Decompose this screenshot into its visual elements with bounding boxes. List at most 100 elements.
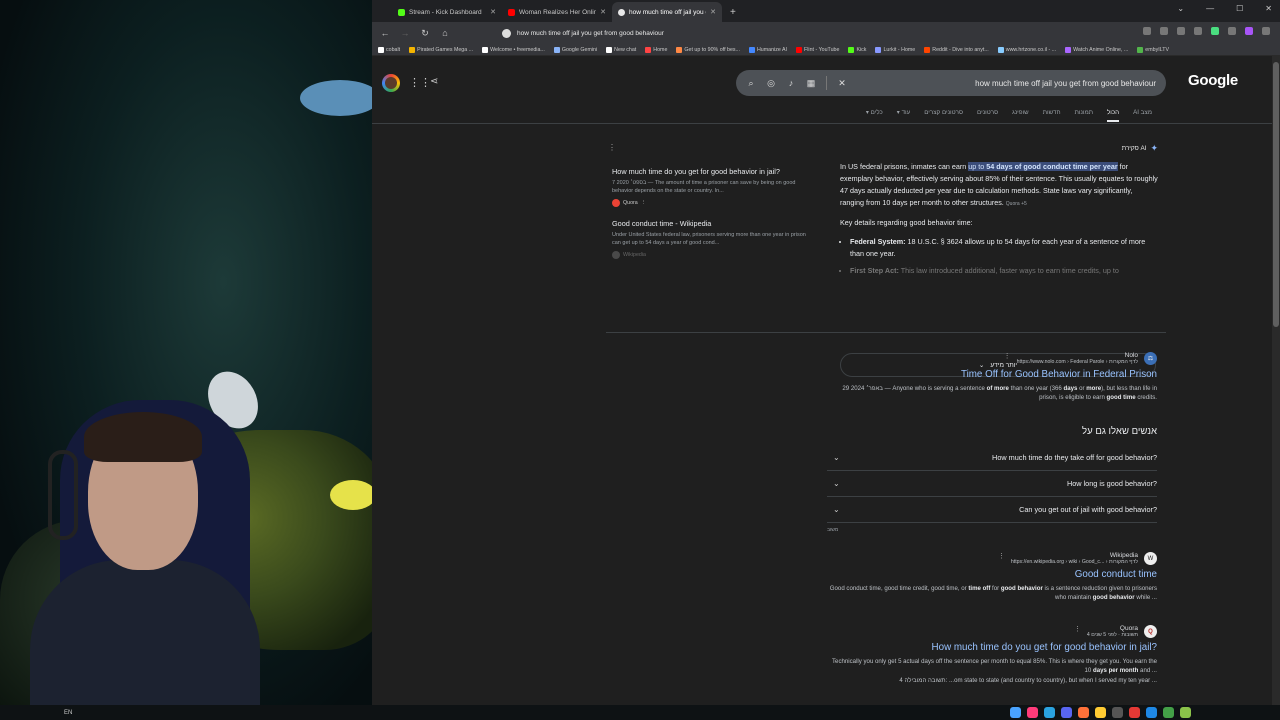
app-icon[interactable] <box>1146 707 1157 718</box>
result-title-link[interactable]: Good conduct time <box>827 569 1157 580</box>
search-tab[interactable]: כלים ▾ <box>866 109 883 122</box>
home-icon[interactable]: ⌂ <box>440 28 450 38</box>
bookmark-item[interactable]: Get up to 90% off bes... <box>676 46 740 53</box>
apps-grid-icon[interactable]: ⋮⋮ <box>409 76 431 89</box>
language-indicator[interactable]: EN <box>64 710 72 716</box>
app-icon[interactable] <box>1027 707 1038 718</box>
app-icon[interactable] <box>1112 707 1123 718</box>
search-tab[interactable]: שופינג <box>1012 109 1029 122</box>
extension-icon[interactable] <box>1194 27 1202 35</box>
back-icon[interactable]: ← <box>380 28 390 38</box>
source-title[interactable]: Good conduct time - Wikipedia <box>612 219 812 228</box>
download-icon[interactable] <box>1143 27 1151 35</box>
scrollbar-thumb[interactable] <box>1273 62 1279 327</box>
more-options-icon[interactable]: ⋮ <box>641 200 646 206</box>
more-options-icon[interactable]: ⋮ <box>998 552 1005 560</box>
reload-icon[interactable]: ↻ <box>420 28 430 39</box>
result-title-link[interactable]: How much time do you get for good behavi… <box>827 642 1157 653</box>
search-icon[interactable]: ⌕ <box>746 78 756 89</box>
tab-youtube[interactable]: Woman Realizes Her Online Da ✕ <box>502 2 612 22</box>
search-tab[interactable]: תמונות <box>1075 109 1093 122</box>
bookmark-item[interactable]: Reddit - Dive into anyt... <box>924 46 989 53</box>
app-icon[interactable] <box>1180 707 1191 718</box>
scrollbar[interactable] <box>1272 56 1280 705</box>
result-title-link[interactable]: Time Off for Good Behavior in Federal Pr… <box>827 369 1157 380</box>
lens-icon[interactable]: ◎ <box>766 78 776 89</box>
close-icon[interactable]: ✕ <box>710 8 716 16</box>
search-tab[interactable]: חדשות <box>1043 109 1061 122</box>
browser-icon[interactable] <box>1078 707 1089 718</box>
google-logo[interactable]: Google <box>1188 72 1238 89</box>
search-tab[interactable]: מצב AI <box>1133 109 1152 122</box>
search-tab[interactable]: סרטונים קצרים <box>924 109 963 122</box>
more-options-icon[interactable]: ⋮ <box>1074 625 1081 633</box>
folder-icon[interactable] <box>1095 707 1106 718</box>
source-chip[interactable]: Quora +5 <box>1006 201 1027 207</box>
bookmark-label: Watch Anime Online, ... <box>1073 46 1129 53</box>
more-options-icon[interactable]: ⋮ <box>1004 352 1011 360</box>
streamer-body <box>30 560 260 705</box>
ai-list-title: Federal System: <box>850 237 906 247</box>
address-text[interactable]: how much time off jail you get from good… <box>517 30 664 37</box>
keyboard-icon[interactable]: ▦ <box>806 78 816 89</box>
paa-question[interactable]: ⌄ How long is good behavior? <box>827 471 1157 497</box>
bookmark-item[interactable]: Flint - YouTube <box>796 46 839 53</box>
search-tab[interactable]: סרטונים <box>977 109 998 122</box>
extension-icon[interactable] <box>1245 27 1253 35</box>
ai-source-card[interactable]: Good conduct time - Wikipedia Under Unit… <box>612 219 812 259</box>
account-avatar[interactable] <box>382 74 400 92</box>
bookmark-item[interactable]: embyILTV <box>1137 46 1169 53</box>
bookmark-item[interactable]: New chat <box>606 46 636 53</box>
close-icon[interactable]: ✕ <box>490 8 496 16</box>
ai-source-card[interactable]: How much time do you get for good behavi… <box>612 167 812 207</box>
close-window-icon[interactable]: ✕ <box>1265 4 1272 13</box>
result-site[interactable]: ⋮ Wikipedia https://en.wikipedia.org › w… <box>827 552 1157 565</box>
app-icon[interactable] <box>1163 707 1174 718</box>
search-tab[interactable]: הכול <box>1107 109 1120 122</box>
bookmark-item[interactable]: Home <box>645 46 667 53</box>
minimize-icon[interactable]: — <box>1206 4 1214 13</box>
search-input[interactable]: how much time off jail you get from good… <box>857 79 1156 88</box>
tab-search-icon[interactable]: ⌄ <box>1177 4 1184 13</box>
search-box[interactable]: ⌕ ◎ ♪ ▦ ✕ how much time off jail you get… <box>736 70 1166 96</box>
more-options-icon[interactable]: ⋮ <box>608 143 616 152</box>
paa-question[interactable]: ⌄ How much time do they take off for good… <box>827 445 1157 471</box>
chevron-down-icon: ⌄ <box>833 453 840 462</box>
mic-icon[interactable]: ♪ <box>786 78 796 88</box>
result-site[interactable]: ⋮ Nolo https://www.nolo.com › Federal Pa… <box>827 352 1157 365</box>
bookmark-item[interactable]: cobalt <box>378 46 400 53</box>
extension-icon[interactable] <box>1228 27 1236 35</box>
close-icon[interactable]: ✕ <box>600 8 606 16</box>
screen: Stream - Kick Dashboard ✕ Woman Realizes… <box>0 0 1280 720</box>
maximize-icon[interactable]: ☐ <box>1236 4 1243 13</box>
feedback-link[interactable]: משוב <box>827 527 1157 533</box>
address-bar[interactable]: how much time off jail you get from good… <box>502 25 1042 41</box>
extension-icon[interactable] <box>1177 27 1185 35</box>
bookmark-item[interactable]: Watch Anime Online, ... <box>1065 46 1129 53</box>
app-icon[interactable] <box>1044 707 1055 718</box>
bookmark-item[interactable]: Lurkit - Home <box>875 46 915 53</box>
tab-kick[interactable]: Stream - Kick Dashboard ✕ <box>392 2 502 22</box>
tab-google-search[interactable]: how much time off jail you get ✕ <box>612 2 722 22</box>
google-results-page: ⋮⋮ ⋖ ⌕ ◎ ♪ ▦ ✕ how much time off jail yo… <box>372 56 1272 705</box>
menu-icon[interactable] <box>1262 27 1270 35</box>
result-site[interactable]: ⋮ Quora 4 תשובות · לפני 5 שנים Q <box>827 625 1157 638</box>
extension-icon[interactable] <box>1211 27 1219 35</box>
bookmark-item[interactable]: Google Gemini <box>553 46 597 53</box>
search-tab[interactable]: עוד ▾ <box>897 109 910 122</box>
new-tab-button[interactable]: + <box>730 7 736 18</box>
app-icon[interactable] <box>1010 707 1021 718</box>
bookmark-item[interactable]: Kick <box>848 46 866 53</box>
app-icon[interactable] <box>1129 707 1140 718</box>
bookmark-item[interactable]: Welcome • freemedia... <box>482 46 545 53</box>
bookmark-item[interactable]: Humanize AI <box>748 46 787 53</box>
clear-icon[interactable]: ✕ <box>837 78 847 89</box>
paa-question[interactable]: ⌄ Can you get out of jail with good behav… <box>827 497 1157 523</box>
source-title[interactable]: How much time do you get for good behavi… <box>612 167 812 176</box>
bookmark-item[interactable]: Pirated Games Mega ... <box>409 46 473 53</box>
profile-icon[interactable] <box>1160 27 1168 35</box>
discord-icon[interactable] <box>1061 707 1072 718</box>
share-icon[interactable]: ⋖ <box>430 76 438 87</box>
bookmark-item[interactable]: www.hrtzone.co.il - ... <box>997 46 1056 53</box>
forward-icon[interactable]: → <box>400 28 410 38</box>
